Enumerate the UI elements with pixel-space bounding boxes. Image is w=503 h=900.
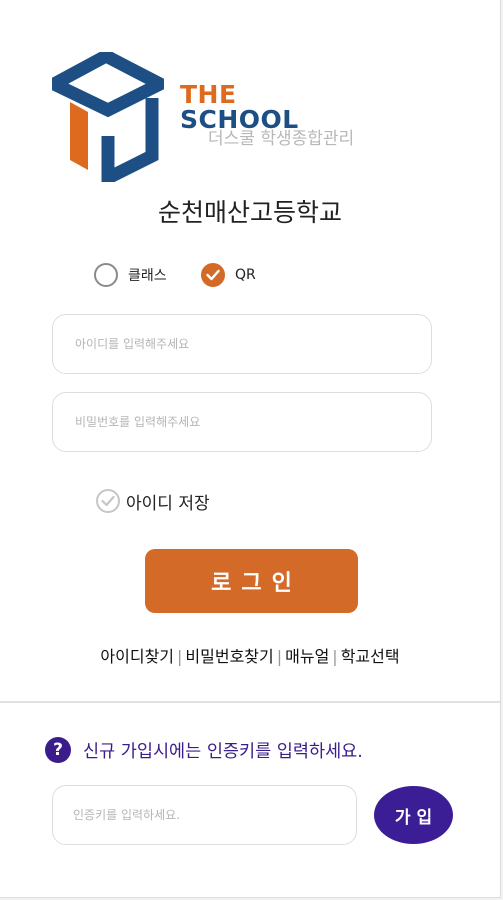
radio-qr[interactable]: QR (201, 260, 256, 290)
signup-notice: ? 신규 가입시에는 인증키를 입력하세요. (45, 737, 363, 763)
link-separator: | (177, 647, 183, 666)
save-id-label: 아이디 저장 (126, 493, 210, 514)
the-school-logo: THE SCHOOL 더스쿨 학생종합관리 (52, 52, 392, 182)
school-name: 순천매산고등학교 (157, 198, 342, 227)
find-password-link[interactable]: 비밀번호찾기 (185, 647, 273, 666)
link-separator: | (276, 647, 283, 666)
cube-logo-icon (52, 52, 164, 182)
find-id-link[interactable]: 아이디찾기 (100, 647, 174, 666)
login-button[interactable]: 로그인 (145, 549, 358, 613)
help-links: 아이디찾기 | 비밀번호찾기 | 매뉴얼 | 학교선택 (0, 646, 500, 668)
logo-subtitle: 더스쿨 학생종합관리 (208, 129, 355, 149)
radio-class[interactable]: 클래스 (94, 260, 167, 290)
auth-key-input[interactable] (52, 785, 357, 845)
question-circle-icon: ? (45, 737, 71, 763)
join-button[interactable]: 가입 (374, 786, 453, 844)
password-input[interactable] (52, 392, 432, 452)
check-icon (206, 269, 220, 281)
radio-qr-label: QR (235, 267, 256, 283)
link-separator: | (332, 647, 338, 666)
logo-word-the: THE (180, 80, 237, 109)
select-school-link[interactable]: 학교선택 (341, 647, 400, 666)
radio-checked-icon (201, 263, 225, 287)
section-divider (0, 701, 500, 703)
id-input[interactable] (52, 314, 432, 374)
radio-unchecked-icon (94, 263, 118, 287)
save-id-checkbox[interactable]: 아이디 저장 (96, 486, 210, 516)
login-type-radio-group: 클래스 QR (0, 260, 500, 290)
manual-link[interactable]: 매뉴얼 (285, 647, 329, 666)
check-icon (101, 495, 115, 507)
radio-class-label: 클래스 (128, 268, 167, 284)
save-id-check-icon (96, 489, 120, 513)
login-card: THE SCHOOL 더스쿨 학생종합관리 순천매산고등학교 클래스 QR 아이… (0, 0, 501, 898)
signup-notice-text: 신규 가입시에는 인증키를 입력하세요. (83, 741, 363, 762)
